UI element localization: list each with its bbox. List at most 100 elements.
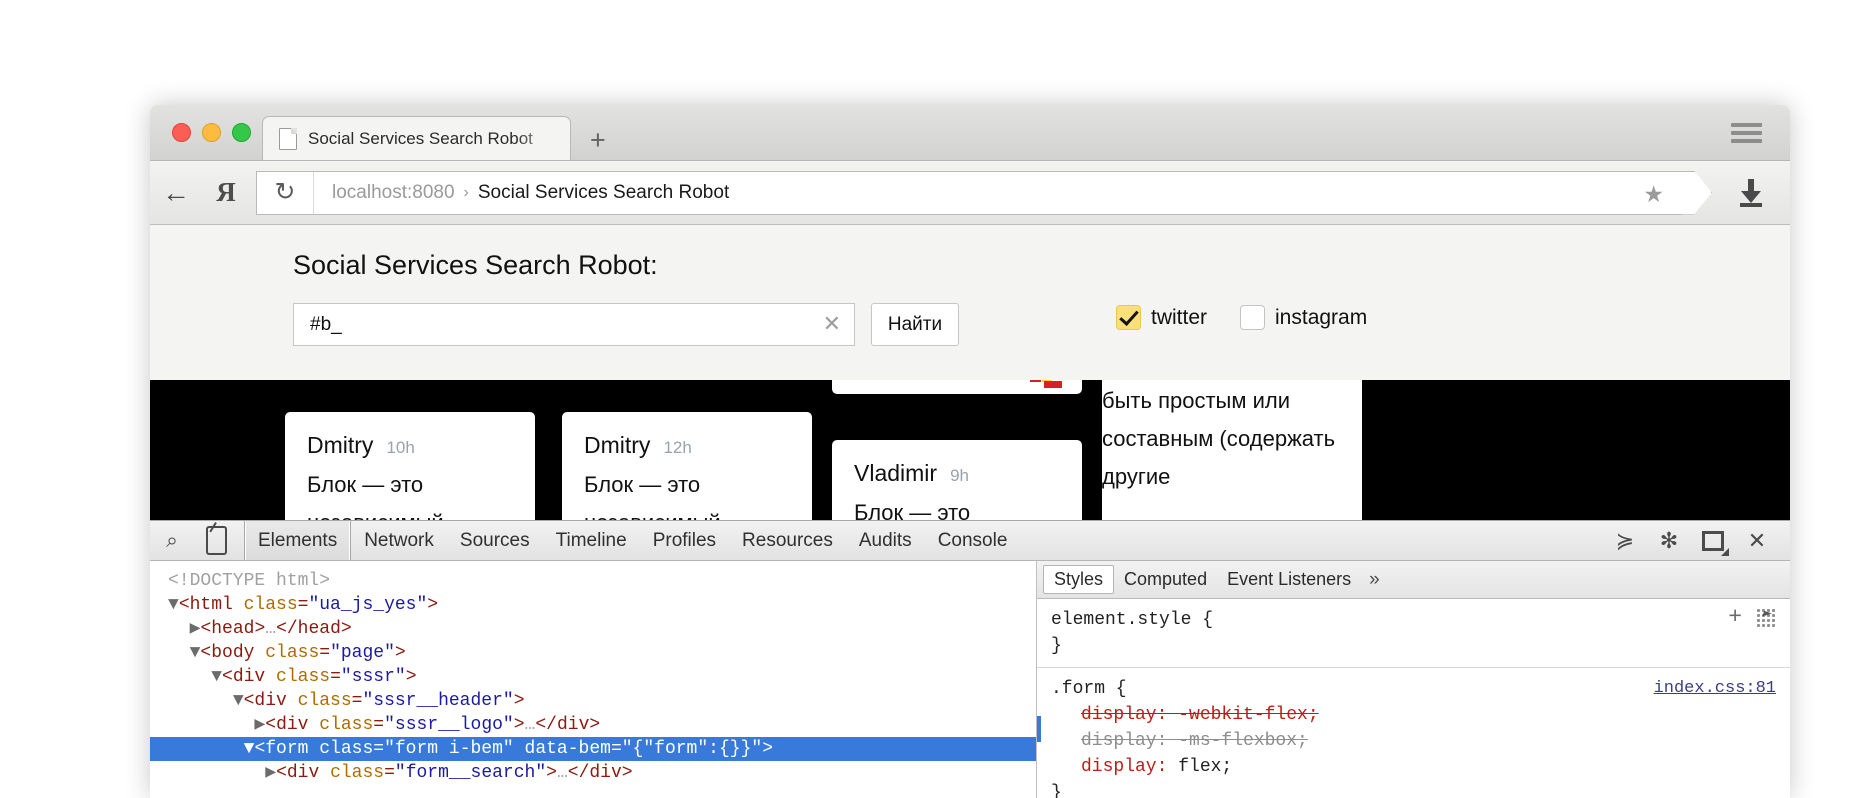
page-favicon-icon [279,127,297,150]
dom-node-form-search[interactable]: ▶<div class="form__search">…</div> [150,761,1036,785]
result-card-partial[interactable]: блока. [832,380,1082,394]
tab-resources[interactable]: Resources [729,521,846,560]
tab-timeline[interactable]: Timeline [543,521,640,560]
filter-instagram-label: instagram [1275,305,1368,329]
tab-audits[interactable]: Audits [846,521,925,560]
devtools-body: <!DOCTYPE html> ▼<html class="ua_js_yes"… [150,561,1790,798]
tab-network[interactable]: Network [351,521,447,560]
tab-sources[interactable]: Sources [447,521,543,560]
downloads-button[interactable] [1712,178,1790,207]
declaration-flex[interactable]: display: flex; [1051,754,1776,780]
declaration-webkit-flex[interactable]: display: -webkit-flex; [1051,702,1776,728]
tab-title: Social Services Search Robot [308,128,533,148]
dom-node-body[interactable]: ▼<body class="page"> [150,641,1036,665]
dom-node-doctype: <!DOCTYPE html> [168,571,331,591]
service-filters: twitter instagram [1116,305,1367,330]
result-time: 12h [663,438,692,457]
tab-strip: Social Services Search Robot + [150,105,1790,161]
tab-computed[interactable]: Computed [1114,566,1217,593]
tab-styles[interactable]: Styles [1043,565,1115,594]
element-style-rule[interactable]: element.style { } + [1037,599,1790,668]
filter-twitter[interactable]: twitter [1116,305,1207,330]
search-field-wrapper: ✕ [293,303,855,346]
devtools-tab-list: Elements Network Sources Timeline Profil… [244,521,1020,560]
dom-node-sssr[interactable]: ▼<div class="sssr"> [150,665,1036,689]
omnibox[interactable]: ↻ localhost:8080 › Social Services Searc… [256,170,1682,215]
result-author: Dmitry [307,432,374,458]
url-separator: › [463,183,469,201]
result-time: 10h [386,438,415,457]
styles-rule-tools: + [1728,606,1776,629]
result-text: Блок — это независимый [307,472,444,520]
omnibox-tail [1682,170,1712,215]
dom-node-html[interactable]: ▼<html class="ua_js_yes"> [150,593,1036,617]
checkbox-instagram-icon[interactable] [1240,305,1266,330]
element-picker-icon[interactable] [1756,607,1776,628]
result-column-text: компонент. Блок может быть простым или с… [1102,388,1336,489]
browser-menu-icon[interactable] [1731,123,1762,143]
web-page-content: Social Services Search Robot: ✕ Найти tw… [150,225,1790,380]
styles-more-tabs-icon[interactable]: » [1369,569,1380,591]
back-button-icon[interactable]: ← [150,178,202,207]
result-text: Блок — это [854,500,971,520]
clear-search-icon[interactable]: ✕ [823,313,841,335]
checkbox-twitter-checked-icon[interactable] [1116,305,1141,330]
devtools-panel: ⌕ Elements Network Sources Timeline Prof… [150,520,1790,798]
tab-elements[interactable]: Elements [244,521,352,560]
dom-tree[interactable]: <!DOCTYPE html> ▼<html class="ua_js_yes"… [150,561,1037,798]
element-style-close: } [1051,636,1062,656]
reload-icon[interactable]: ↻ [257,171,314,214]
address-bar: ← Я ↻ localhost:8080 › Social Services S… [150,161,1790,225]
form-rule-close: } [1051,783,1062,798]
search-input[interactable] [293,303,855,346]
filter-twitter-label: twitter [1151,305,1208,329]
add-rule-icon[interactable]: + [1728,606,1742,629]
result-card-meta: Vladimir 9h [854,460,1060,487]
element-style-selector: element.style { [1051,610,1214,630]
tab-profiles[interactable]: Profiles [640,521,729,560]
result-card[interactable]: Vladimir 9h Блок — это [832,440,1082,520]
dom-node-form-selected[interactable]: ▼<form class="form i-bem" data-bem="{"fo… [150,737,1036,761]
maximize-window-button[interactable] [232,123,251,142]
result-time: 9h [950,466,969,485]
results-band: блока. Dmitry 10h Блок — это независимый… [150,380,1790,520]
search-form: ✕ Найти [293,303,959,346]
device-toggle-icon[interactable] [194,526,238,555]
yandex-logo-icon[interactable]: Я [202,179,250,206]
url-page-title: Social Services Search Robot [477,181,730,203]
browser-tab[interactable]: Social Services Search Robot [262,116,571,160]
result-card[interactable]: Dmitry 12h Блок — это независимый [562,412,812,520]
close-window-button[interactable] [172,123,191,142]
gear-icon[interactable]: ✻ [1650,528,1688,554]
dom-node-sssr-header[interactable]: ▼<div class="sssr__header"> [150,689,1036,713]
tab-event-listeners[interactable]: Event Listeners [1217,566,1361,593]
form-css-rule[interactable]: .form { index.css:81 display: -webkit-fl… [1037,668,1790,798]
declaration-ms-flexbox[interactable]: display: -ms-flexbox; [1051,728,1776,754]
bookmark-star-icon[interactable]: ★ [1643,182,1664,206]
tab-console[interactable]: Console [925,521,1021,560]
styles-pane: Styles Computed Event Listeners » elemen… [1037,561,1790,798]
dom-node-sssr-logo[interactable]: ▶<div class="sssr__logo">…</div> [150,713,1036,737]
result-card-meta: Dmitry 10h [307,432,513,459]
window-controls[interactable] [172,123,251,142]
dom-node-head[interactable]: ▶<head>…</head> [150,617,1036,641]
result-author: Vladimir [854,460,938,486]
browser-window: Social Services Search Robot + ← Я ↻ loc… [150,105,1790,798]
new-tab-button[interactable]: + [590,127,606,154]
filter-instagram[interactable]: instagram [1240,305,1367,330]
minimize-window-button[interactable] [202,123,221,142]
find-button[interactable]: Найти [871,303,959,346]
result-author: Dmitry [584,432,651,458]
devtools-toolbar: ⌕ Elements Network Sources Timeline Prof… [150,521,1790,561]
result-card-meta: Dmitry 12h [584,432,790,459]
search-icon[interactable]: ⌕ [150,529,194,553]
devtools-toolbar-actions: ≽ ✻ ✕ [1606,528,1790,556]
url-host: localhost:8080 [332,181,455,203]
result-card[interactable]: Dmitry 10h Блок — это независимый [285,412,535,520]
stylesheet-source-link[interactable]: index.css:81 [1654,676,1776,702]
console-drawer-icon[interactable]: ≽ [1606,528,1644,554]
close-icon[interactable]: ✕ [1738,528,1776,554]
download-icon [1738,178,1764,207]
dock-side-icon[interactable] [1694,530,1732,556]
screen-root: Social Services Search Robot + ← Я ↻ loc… [0,0,1860,798]
